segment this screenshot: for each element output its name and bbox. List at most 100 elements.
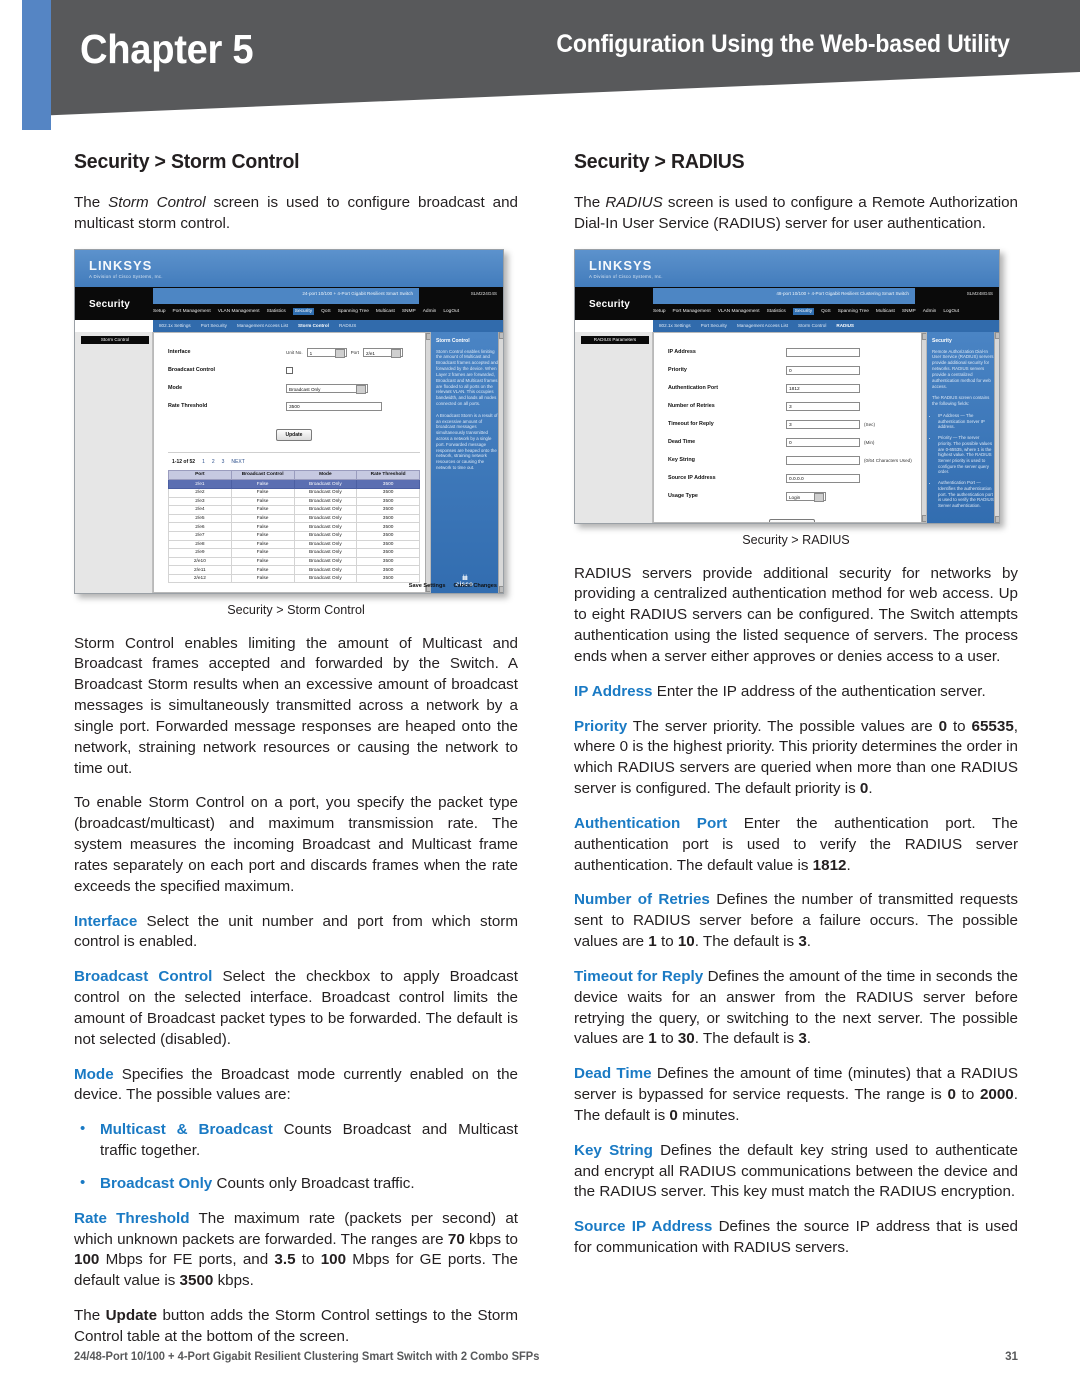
storm-tab-setup[interactable]: Setup <box>153 309 166 314</box>
table-row[interactable]: 2/e8 False Broadcast Only 3500 <box>168 539 420 550</box>
radius-tab-vlan-management[interactable]: VLAN Management <box>718 309 760 314</box>
radius-tabs[interactable]: Setup Port Management VLAN Management St… <box>653 305 993 319</box>
storm-tabs[interactable]: Setup Port Management VLAN Management St… <box>153 305 497 319</box>
storm-figure-caption: Security > Storm Control <box>227 602 365 617</box>
radius-subtab-port-security[interactable]: Port Security <box>701 323 727 328</box>
storm-tab-vlan-management[interactable]: VLAN Management <box>218 309 260 314</box>
radius-help-scrollbar[interactable] <box>994 331 999 523</box>
storm-footer-buttons[interactable]: Save Settings Cancel Changes <box>409 583 497 589</box>
radius-help-bullet-1: Priority — The server priority. The poss… <box>938 435 994 475</box>
radius-form: IP Address Priority 0 Authentication Port 18… <box>668 347 916 522</box>
storm-update-button[interactable]: Update <box>275 428 313 441</box>
storm-pager-page-1[interactable]: 1 <box>202 459 205 465</box>
radius-subtabs[interactable]: 802.1x Settings Port Security Management… <box>653 319 999 332</box>
storm-tab-security[interactable]: Security <box>292 307 315 316</box>
storm-port-select[interactable]: 2/e1 <box>363 347 404 358</box>
storm-tab-snmp[interactable]: SNMP <box>402 309 416 314</box>
table-cell: Broadcast Only <box>293 539 358 550</box>
storm-save-settings-button[interactable]: Save Settings <box>409 583 446 589</box>
storm-subtab-port-security[interactable]: Port Security <box>201 323 227 328</box>
rt-part4: to <box>295 1251 321 1269</box>
table-row[interactable]: 2/e9 False Broadcast Only 3500 <box>168 548 420 558</box>
radius-tab-port-management[interactable]: Port Management <box>673 309 711 314</box>
def-broadcast-control-term: Broadcast Control <box>74 968 213 986</box>
storm-tab-logout[interactable]: LogOut <box>443 309 459 314</box>
radius-field-unit: (0/64 Characters Used) <box>864 457 912 463</box>
radius-tab-admin[interactable]: Admin <box>923 309 937 314</box>
storm-broadcast-control-checkbox[interactable] <box>286 366 293 374</box>
radius-tab-multicast[interactable]: Multicast <box>876 309 895 314</box>
radius-form-row: Timeout for Reply 3 (Sec) <box>668 419 916 430</box>
radius-tab-logout[interactable]: LogOut <box>943 309 959 314</box>
storm-content-scrollbar[interactable] <box>425 332 430 592</box>
storm-pager[interactable]: 1-12 of 52 1 2 3 NEXT <box>172 459 420 465</box>
storm-tab-port-management[interactable]: Port Management <box>173 309 211 314</box>
storm-pager-next[interactable]: NEXT <box>231 459 244 465</box>
radius-field-input[interactable]: 3 <box>786 419 860 429</box>
radius-tab-security[interactable]: Security <box>792 307 815 316</box>
radius-content-scrollbar[interactable] <box>921 332 926 522</box>
radius-field-input[interactable]: 3 <box>786 401 860 411</box>
storm-th-port: Port <box>168 469 232 481</box>
table-row[interactable]: 2/e5 False Broadcast Only 3500 <box>168 513 420 524</box>
storm-subtab-8021x[interactable]: 802.1x Settings <box>159 323 191 328</box>
radius-subtab-radius[interactable]: RADIUS <box>836 323 854 328</box>
radius-left-nav-item[interactable]: RADIUS Parameters <box>581 335 649 345</box>
radius-usage-type-select[interactable]: Login <box>786 491 826 502</box>
radius-field-input[interactable]: 0 <box>786 365 860 375</box>
radius-tab-spanning-tree[interactable]: Spanning Tree <box>838 309 869 314</box>
table-cell: 2/e11 <box>168 565 232 575</box>
table-cell: 3500 <box>356 522 420 532</box>
definition-term: IP Address <box>574 682 653 700</box>
storm-mode-select[interactable]: Broadcast Only <box>286 383 368 394</box>
storm-tab-statistics[interactable]: Statistics <box>267 309 286 314</box>
definition-text: . <box>846 856 851 874</box>
table-cell: 3500 <box>356 496 420 507</box>
radius-field-input[interactable] <box>786 455 860 465</box>
table-row[interactable]: 2/e6 False Broadcast Only 3500 <box>168 522 420 532</box>
storm-subtab-management-access-list[interactable]: Management Access List <box>237 323 288 328</box>
storm-pager-page-3[interactable]: 3 <box>222 459 225 465</box>
definition-paragraph: Source IP Address Defines the source IP … <box>574 1217 1018 1259</box>
definition-text: . <box>868 780 873 798</box>
storm-cancel-changes-button[interactable]: Cancel Changes <box>453 583 497 589</box>
radius-field-input[interactable]: 0 <box>786 437 860 447</box>
storm-left-nav-item[interactable]: Storm Control <box>81 335 149 345</box>
radius-tab-snmp[interactable]: SNMP <box>902 309 916 314</box>
storm-rate-threshold-input[interactable]: 3500 <box>286 401 382 411</box>
table-row[interactable]: 2/e1 False Broadcast Only 3500 <box>168 479 420 489</box>
table-row[interactable]: 2/e7 False Broadcast Only 3500 <box>168 530 420 541</box>
radius-add-to-list-button[interactable]: Add to List <box>768 518 816 522</box>
table-row[interactable]: 2/e12 False Broadcast Only 3500 <box>168 573 420 584</box>
definition-paragraph: Key String Defines the default key strin… <box>574 1141 1018 1203</box>
storm-subtab-radius[interactable]: RADIUS <box>339 323 356 328</box>
table-row[interactable]: 2/e11 False Broadcast Only 3500 <box>168 565 420 575</box>
radius-tab-statistics[interactable]: Statistics <box>767 309 786 314</box>
radius-field-input[interactable]: 0.0.0.0 <box>786 473 860 483</box>
table-row[interactable]: 2/e4 False Broadcast Only 3500 <box>168 505 420 515</box>
definition-paragraph: Priority The server priority. The possib… <box>574 717 1018 800</box>
radius-field-input[interactable]: 1812 <box>786 383 860 393</box>
radius-field-input[interactable] <box>786 347 860 357</box>
table-row[interactable]: 2/e10 False Broadcast Only 3500 <box>168 556 420 567</box>
storm-subtab-storm-control[interactable]: Storm Control <box>298 323 329 328</box>
radius-subtab-management-access-list[interactable]: Management Access List <box>737 323 788 328</box>
storm-help-scrollbar[interactable] <box>498 331 503 593</box>
radius-subtab-8021x[interactable]: 802.1x Settings <box>659 323 691 328</box>
storm-th-broadcast-control: Broadcast Control <box>230 469 295 481</box>
storm-pager-page-2[interactable]: 2 <box>212 459 215 465</box>
storm-unit-select[interactable]: 1 <box>306 347 347 358</box>
radius-tab-setup[interactable]: Setup <box>653 309 666 314</box>
table-row[interactable]: 2/e2 False Broadcast Only 3500 <box>168 487 420 498</box>
table-row[interactable]: 2/e3 False Broadcast Only 3500 <box>168 496 420 507</box>
storm-tab-qos[interactable]: QoS <box>321 309 331 314</box>
table-cell: Broadcast Only <box>293 548 358 558</box>
radius-tab-qos[interactable]: QoS <box>821 309 831 314</box>
storm-tab-multicast[interactable]: Multicast <box>376 309 395 314</box>
rt-b2: 100 <box>74 1251 100 1269</box>
radius-subtab-storm-control[interactable]: Storm Control <box>798 323 826 328</box>
storm-tab-admin[interactable]: Admin <box>423 309 437 314</box>
storm-subtabs[interactable]: 802.1x Settings Port Security Management… <box>153 319 503 332</box>
storm-tab-spanning-tree[interactable]: Spanning Tree <box>338 309 369 314</box>
mode-values-list: Multicast & Broadcast Counts Broadcast a… <box>74 1119 518 1194</box>
